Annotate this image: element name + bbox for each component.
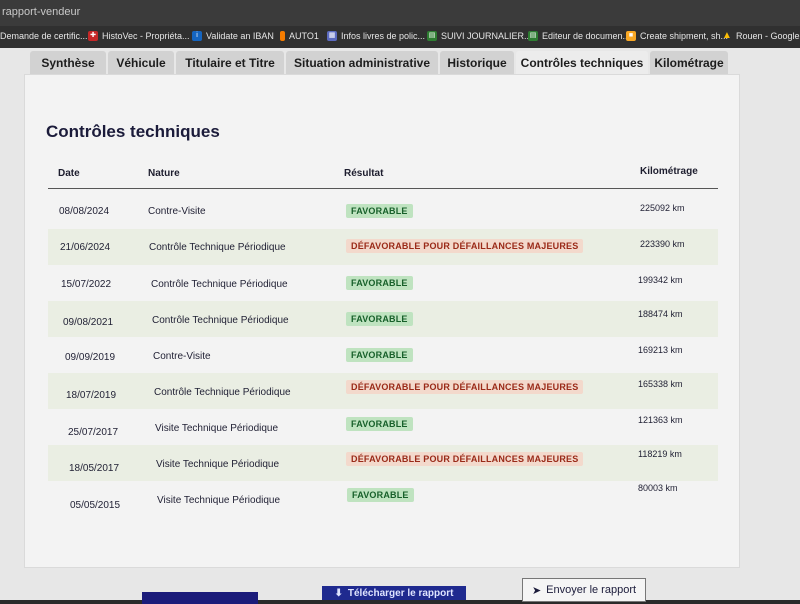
bookmark-editeur-documents[interactable]: ▤ Editeur de documen...	[528, 31, 630, 41]
status-badge: FAVORABLE	[346, 417, 413, 431]
send-report-label: Envoyer le rapport	[546, 584, 637, 596]
bookmark-label: AUTO1	[289, 31, 319, 41]
bookmark-auto1[interactable]: AUTO1	[280, 31, 319, 41]
tab-vehicule[interactable]: Véhicule	[108, 51, 174, 75]
column-header-result: Résultat	[344, 168, 384, 179]
status-badge: FAVORABLE	[346, 276, 413, 290]
table-row: 21/06/2024 Contrôle Technique Périodique…	[48, 229, 718, 265]
tab-synthese[interactable]: Synthèse	[30, 51, 106, 75]
row-km: 188474 km	[638, 309, 683, 319]
row-date: 21/06/2024	[60, 242, 111, 253]
row-nature: Contrôle Technique Périodique	[149, 242, 286, 253]
row-nature: Visite Technique Périodique	[155, 423, 279, 434]
row-nature: Contrôle Technique Périodique	[152, 315, 289, 326]
column-header-date: Date	[58, 168, 80, 179]
doc-icon: ▤	[528, 31, 538, 41]
sheet-icon: ▤	[427, 31, 437, 41]
table-row: 18/05/2017 Visite Technique Périodique D…	[48, 445, 718, 481]
table-row: 09/09/2019 Contre-Visite FAVORABLE 16921…	[48, 337, 718, 373]
row-date: 09/09/2019	[65, 352, 116, 363]
row-km: 121363 km	[638, 415, 683, 425]
bookmark-label: SUIVI JOURNALIER...	[441, 31, 532, 41]
auto1-icon	[280, 31, 285, 41]
row-km: 169213 km	[638, 345, 683, 355]
status-badge: DÉFAVORABLE POUR DÉFAILLANCES MAJEURES	[346, 239, 584, 253]
row-nature: Visite Technique Périodique	[156, 459, 280, 470]
status-badge: FAVORABLE	[346, 348, 413, 362]
column-header-nature: Nature	[148, 168, 180, 179]
download-icon: ⬇	[334, 587, 343, 599]
tab-titulaire-titre[interactable]: Titulaire et Titre	[176, 51, 284, 75]
bookmark-label: Validate an IBAN	[206, 31, 274, 41]
row-nature: Contre-Visite	[148, 206, 206, 217]
row-nature: Visite Technique Périodique	[157, 495, 281, 506]
row-km: 80003 km	[638, 483, 678, 493]
table-row: 18/07/2019 Contrôle Technique Périodique…	[48, 373, 718, 409]
tab-kilometrage[interactable]: Kilométrage	[650, 51, 728, 75]
table-row: 05/05/2015 Visite Technique Périodique F…	[48, 481, 718, 517]
back-button[interactable]	[142, 592, 258, 604]
row-date: 09/08/2021	[63, 317, 114, 328]
tab-controles-techniques[interactable]: Contrôles techniques	[516, 51, 648, 75]
status-badge: DÉFAVORABLE POUR DÉFAILLANCES MAJEURES	[346, 452, 584, 466]
send-icon: ➤	[531, 584, 542, 597]
row-km: 223390 km	[640, 239, 685, 249]
bookmark-label: Editeur de documen...	[542, 31, 631, 41]
row-km: 165338 km	[638, 379, 683, 389]
bookmark-label: Create shipment, sh...	[640, 31, 729, 41]
iban-icon: i	[192, 31, 202, 41]
bookmark-suivi-journalier[interactable]: ▤ SUIVI JOURNALIER...	[427, 31, 532, 41]
grid-icon: ▦	[327, 31, 337, 41]
row-date: 18/05/2017	[69, 463, 120, 474]
bookmark-demande[interactable]: Demande de certific...	[0, 31, 88, 41]
row-km: 225092 km	[640, 203, 685, 213]
page-title: Contrôles techniques	[46, 122, 220, 141]
send-report-button[interactable]: ➤ Envoyer le rapport	[522, 578, 646, 602]
table-row: 09/08/2021 Contrôle Technique Périodique…	[48, 301, 718, 337]
histovec-icon: ✚	[88, 31, 98, 41]
table-row: 15/07/2022 Contrôle Technique Périodique…	[48, 265, 718, 301]
bookmark-create-shipment[interactable]: ■ Create shipment, sh...	[626, 31, 728, 41]
header-divider	[48, 188, 718, 189]
bookmark-google-drive[interactable]: ▲ Rouen - Google Driv	[722, 30, 800, 42]
row-date: 05/05/2015	[70, 500, 121, 511]
row-date: 25/07/2017	[68, 427, 119, 438]
report-page: Synthèse Véhicule Titulaire et Titre Sit…	[0, 48, 800, 604]
browser-title-bar: rapport-vendeur	[0, 0, 800, 26]
row-date: 08/08/2024	[59, 206, 110, 217]
download-report-label: Télécharger le rapport	[347, 587, 454, 599]
bookmark-livres-police[interactable]: ▦ Infos livres de polic...	[327, 31, 425, 41]
shipment-icon: ■	[626, 31, 636, 41]
bookmark-iban[interactable]: i Validate an IBAN	[192, 31, 274, 41]
column-header-km: Kilométrage	[640, 166, 698, 177]
drive-icon: ▲	[722, 30, 732, 41]
window-title: rapport-vendeur	[2, 6, 81, 18]
status-badge: DÉFAVORABLE POUR DÉFAILLANCES MAJEURES	[346, 380, 584, 394]
status-badge: FAVORABLE	[346, 204, 413, 218]
bookmark-label: HistoVec - Propriéta...	[102, 31, 190, 41]
bookmarks-bar: Demande de certific... ✚ HistoVec - Prop…	[0, 26, 800, 48]
tab-historique[interactable]: Historique	[440, 51, 514, 75]
tab-situation-administrative[interactable]: Situation administrative	[286, 51, 438, 75]
row-date: 18/07/2019	[66, 390, 117, 401]
table-row: 08/08/2024 Contre-Visite FAVORABLE 22509…	[48, 193, 718, 229]
download-report-button[interactable]: ⬇ Télécharger le rapport	[322, 586, 466, 600]
status-badge: FAVORABLE	[347, 488, 414, 502]
row-km: 199342 km	[638, 275, 683, 285]
bookmark-histovec[interactable]: ✚ HistoVec - Propriéta...	[88, 31, 190, 41]
table-row: 25/07/2017 Visite Technique Périodique F…	[48, 409, 718, 445]
status-badge: FAVORABLE	[346, 312, 413, 326]
row-km: 118219 km	[638, 449, 682, 459]
row-nature: Contrôle Technique Périodique	[151, 279, 288, 290]
bookmark-label: Infos livres de polic...	[341, 31, 426, 41]
row-nature: Contrôle Technique Périodique	[154, 387, 291, 398]
bookmark-label: Demande de certific...	[0, 31, 88, 41]
bookmark-label: Rouen - Google Driv	[736, 31, 800, 41]
row-nature: Contre-Visite	[153, 351, 211, 362]
row-date: 15/07/2022	[61, 279, 112, 290]
